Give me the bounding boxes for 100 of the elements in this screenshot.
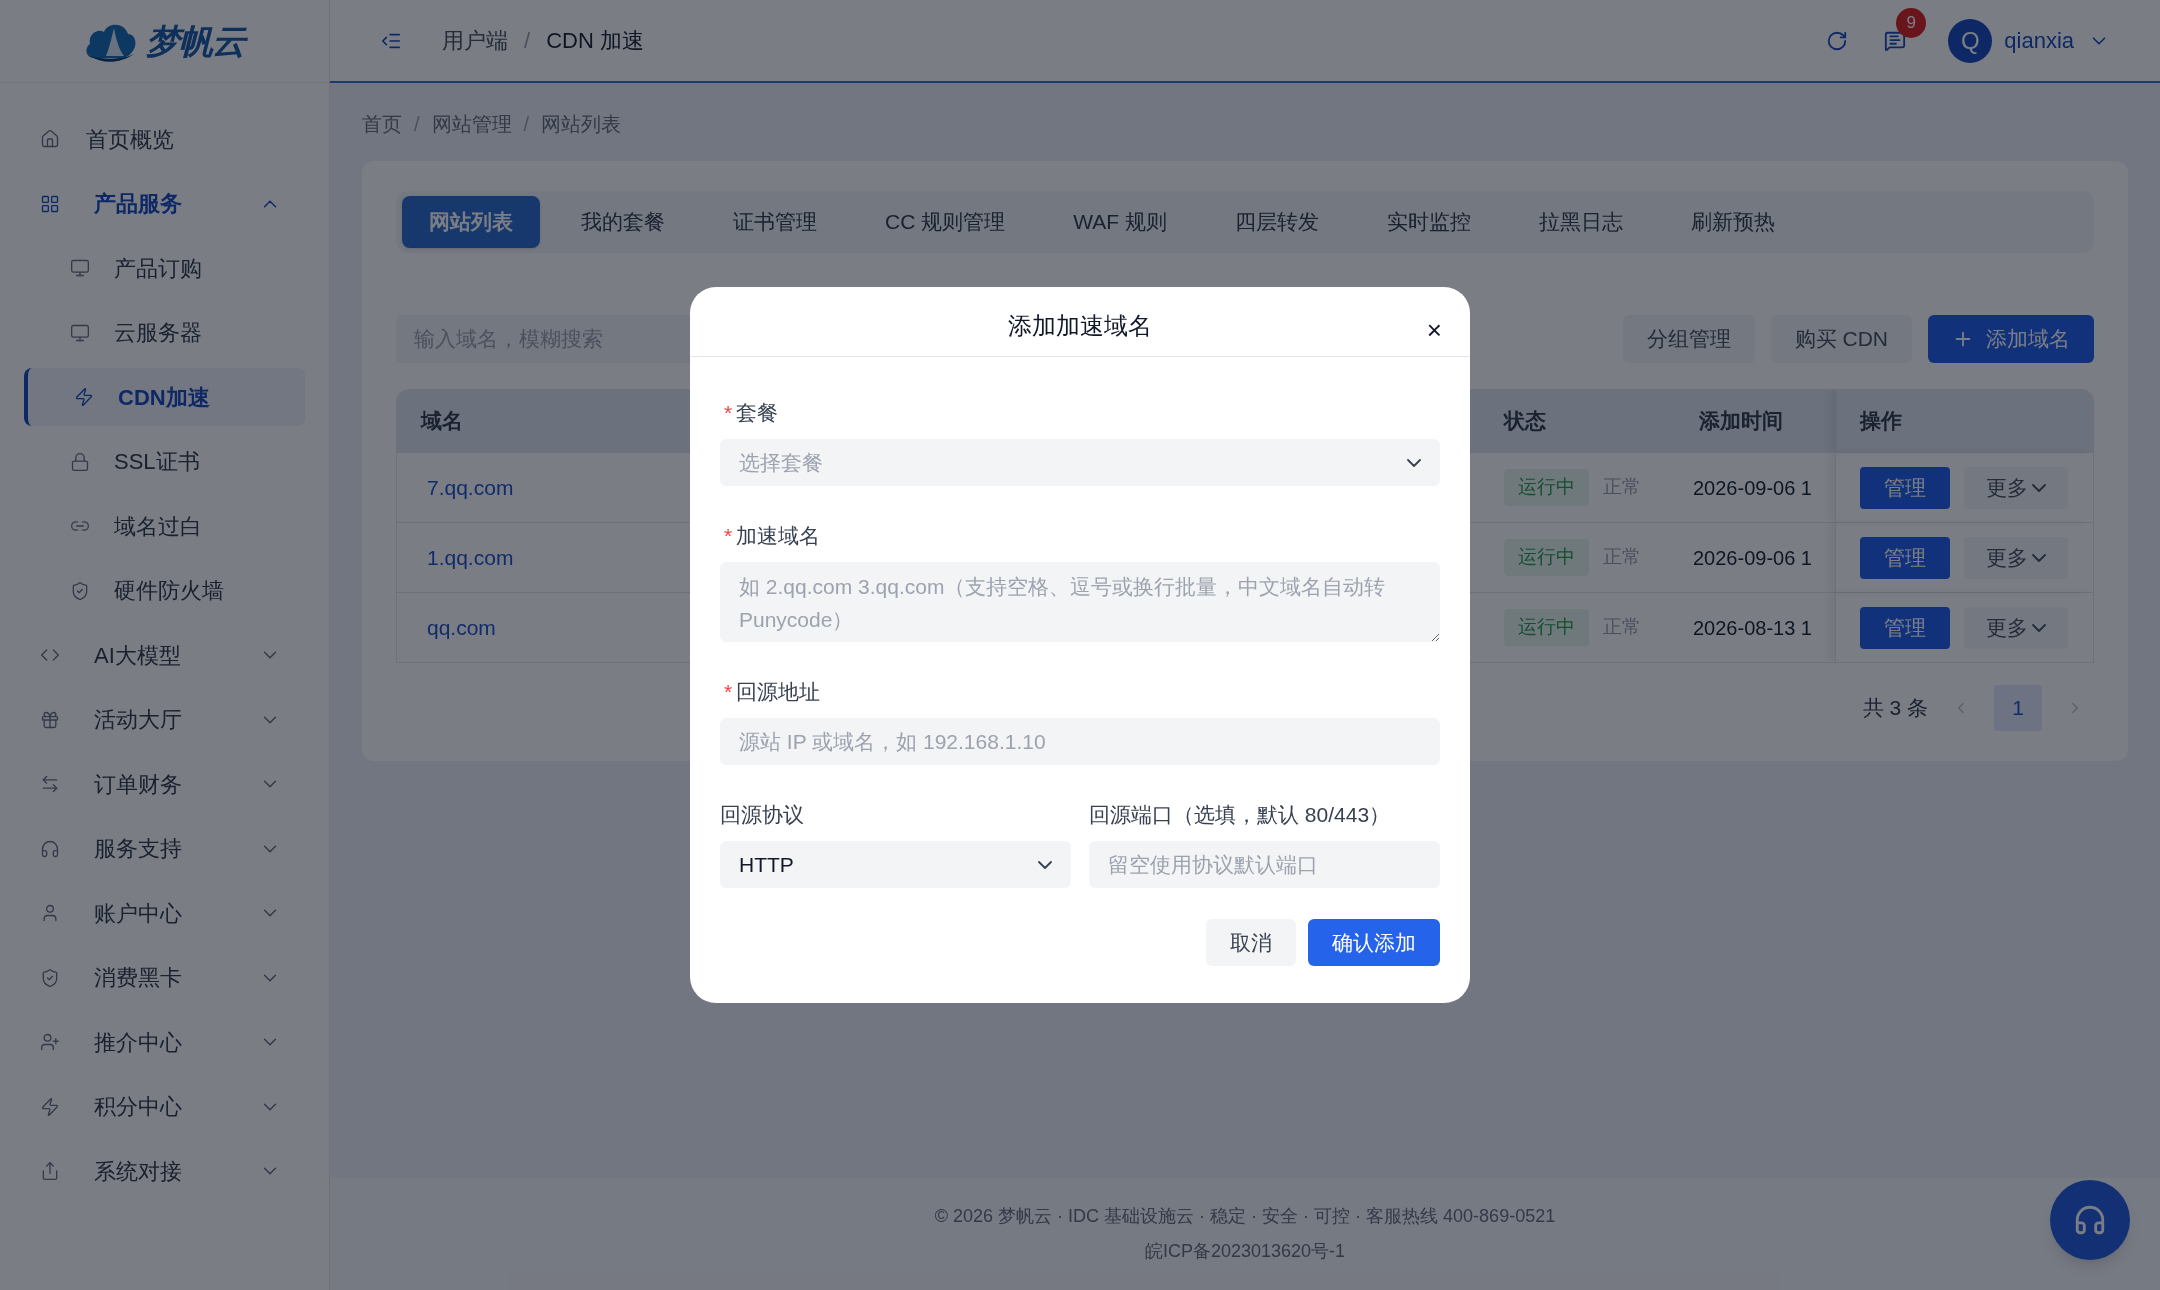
select-field[interactable]: HTTP: [720, 841, 1071, 888]
toolbar-button[interactable]: 购买 CDN: [1770, 315, 1912, 363]
table-cell-text: 2026-09-06 1: [1692, 545, 1813, 571]
table-cell-text: 2026-09-06 1: [1692, 475, 1813, 501]
toolbar-button[interactable]: 分组管理: [1622, 315, 1755, 363]
arrows-icon: [40, 774, 60, 794]
shield-icon: [40, 967, 60, 988]
lightning-icon: [74, 387, 94, 407]
cancel-button[interactable]: 取消: [1206, 919, 1296, 966]
user-name[interactable]: qianxia: [2004, 24, 2074, 57]
refresh-icon[interactable]: [1826, 29, 1849, 52]
more-button[interactable]: 更多: [1964, 606, 2068, 649]
breadcrumb-separator: /: [523, 112, 530, 137]
column-header: 操作: [1835, 390, 2093, 452]
more-button[interactable]: 更多: [1964, 536, 2068, 579]
footer-text[interactable]: 皖ICP备2023013620号-1: [1144, 1238, 1346, 1265]
tab[interactable]: 证书管理: [706, 196, 844, 248]
field-label: 加速域名: [736, 522, 821, 549]
tab[interactable]: 网站列表: [402, 196, 540, 248]
breadcrumb-item: 网站列表: [541, 112, 622, 137]
manage-button[interactable]: 管理: [1860, 466, 1950, 509]
sidebar-subitem[interactable]: 产品订购: [24, 239, 305, 297]
status-tag: 运行中: [1504, 469, 1589, 506]
sidebar-subitem[interactable]: CDN加速: [24, 368, 305, 426]
required-mark: *: [724, 522, 733, 549]
sidebar-item[interactable]: 推介中心: [24, 1013, 305, 1071]
sidebar-item[interactable]: 系统对接: [24, 1142, 305, 1200]
field-label: 回源协议: [720, 801, 804, 828]
monitor-icon: [70, 258, 90, 278]
sidebar-subitem[interactable]: 云服务器: [24, 303, 305, 362]
user-plus-icon: [40, 1032, 60, 1052]
sidebar-item[interactable]: 账户中心: [24, 884, 305, 942]
domain-textarea[interactable]: 如 2.qq.com 3.qq.com（支持空格、逗号或换行批量，中文域名自动转 Punycode）: [720, 562, 1440, 642]
add-domain-button[interactable]: 添加域名: [1928, 315, 2094, 363]
brand-name: 梦帆云: [145, 20, 246, 62]
status-tag: 运行中: [1504, 539, 1589, 576]
breadcrumb-item[interactable]: 网站管理: [431, 109, 512, 139]
tab[interactable]: 实时监控: [1359, 196, 1498, 248]
status-tag: 运行中: [1504, 609, 1589, 646]
required-mark: *: [724, 399, 733, 426]
tab[interactable]: CC 规则管理: [858, 196, 1033, 248]
field-label: 回源地址: [736, 678, 821, 705]
footer-text: © 2026 梦帆云 · IDC 基础设施云 · 稳定 · 安全 · 可控 · 客服热线 400-869-0521: [934, 1205, 1556, 1228]
column-header: 状态: [1504, 408, 1546, 435]
notification-badge: 9: [1896, 7, 1927, 38]
breadcrumb-item: CDN 加速: [546, 27, 644, 55]
shield-icon: [70, 580, 90, 601]
page-button[interactable]: 1: [1994, 685, 2042, 731]
chevron-down-icon: [1038, 860, 1052, 869]
table-cell-text: 2026-08-13 1: [1692, 615, 1813, 641]
dialog-title: 添加加速域名: [1008, 311, 1152, 341]
breadcrumb-separator: /: [524, 27, 531, 55]
lightning-icon: [40, 1096, 60, 1117]
sidebar-item[interactable]: 订单财务: [24, 755, 305, 813]
more-button[interactable]: 更多: [1964, 466, 2068, 509]
tab[interactable]: 拉黑日志: [1511, 196, 1650, 248]
total-count: 共 3 条: [1862, 695, 1928, 722]
sidebar-item[interactable]: AI大模型: [24, 626, 305, 684]
field-label: 回源端口（选填，默认 80/443）: [1089, 801, 1391, 828]
tab[interactable]: WAF 规则: [1046, 196, 1194, 248]
sidebar-item[interactable]: 消费黑卡: [24, 948, 305, 1007]
sidebar-item[interactable]: 首页概览: [24, 110, 305, 168]
lock-icon: [70, 451, 90, 472]
sidebar-item[interactable]: 产品服务: [24, 174, 305, 233]
sidebar-subitem[interactable]: SSL证书: [24, 432, 305, 491]
grid-icon: [40, 193, 60, 214]
gift-icon: [40, 709, 60, 730]
column-header: 添加时间: [1699, 408, 1783, 435]
tab[interactable]: 刷新预热: [1663, 196, 1802, 248]
input-field[interactable]: 留空使用协议默认端口: [1089, 841, 1440, 888]
sidebar-item[interactable]: 活动大厅: [24, 690, 305, 749]
manage-button[interactable]: 管理: [1860, 536, 1950, 579]
sidebar-item[interactable]: 服务支持: [24, 819, 305, 878]
input-field[interactable]: 源站 IP 或域名，如 192.168.1.10: [720, 718, 1440, 765]
required-mark: *: [724, 678, 733, 705]
manage-button[interactable]: 管理: [1860, 606, 1950, 649]
field-label: 套餐: [736, 399, 779, 426]
headset-icon: [40, 838, 60, 859]
column-header: 域名: [421, 408, 463, 435]
chevron-down-icon: [2032, 553, 2046, 562]
share-icon: [40, 1161, 60, 1181]
confirm-button[interactable]: 确认添加: [1308, 919, 1440, 966]
sidebar-subitem[interactable]: 硬件防火墙: [24, 561, 305, 620]
tab[interactable]: 四层转发: [1207, 196, 1346, 248]
home-icon: [40, 129, 60, 149]
breadcrumb-item[interactable]: 用户端: [442, 24, 508, 57]
sidebar-item[interactable]: 积分中心: [24, 1077, 305, 1136]
close-button[interactable]: ×: [1426, 315, 1442, 345]
chevron-down-icon: [2032, 623, 2046, 632]
sidebar-subitem[interactable]: 域名过白: [24, 497, 305, 555]
select-field[interactable]: 选择套餐: [720, 439, 1440, 486]
headset-icon: [2073, 1203, 2107, 1237]
monitor-icon: [70, 322, 90, 343]
breadcrumb-item[interactable]: 首页: [362, 109, 402, 139]
chevron-down-icon: [1407, 458, 1421, 467]
breadcrumb-separator: /: [414, 112, 420, 137]
chevron-down-icon: [2032, 483, 2046, 492]
tab[interactable]: 我的套餐: [554, 196, 692, 248]
message-icon[interactable]: [1884, 29, 1907, 52]
avatar[interactable]: Q: [1948, 18, 1993, 63]
